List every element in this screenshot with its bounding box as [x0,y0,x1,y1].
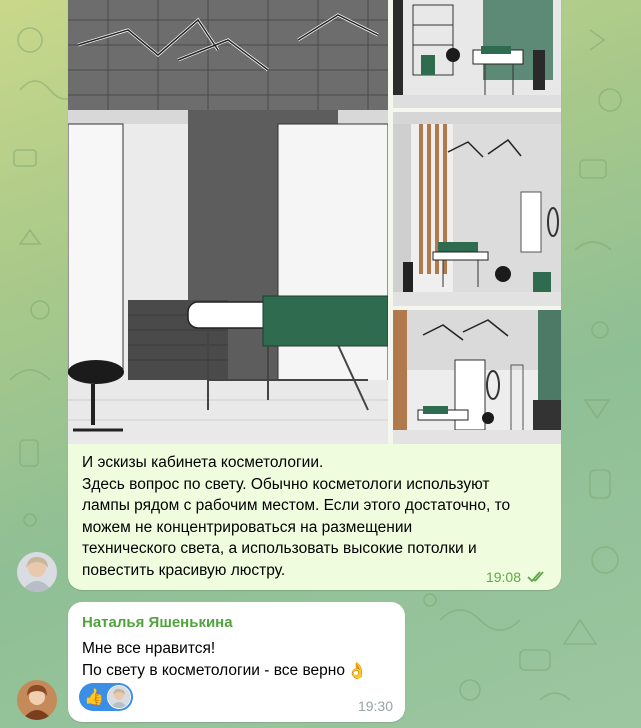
thumbs-up-icon: 👍 [84,689,104,706]
album-photo-main[interactable] [68,0,388,444]
album-photo-4[interactable] [393,310,561,444]
incoming-message[interactable]: Наталья Яшенькина Мне все нравится! По с… [68,602,405,722]
reaction-chip[interactable]: 👍 [79,683,133,711]
sender-name[interactable]: Наталья Яшенькина [82,614,233,631]
sender-avatar[interactable] [17,552,57,592]
message-line: Мне все нравится! [82,640,216,657]
ok-hand-emoji: 👌 [346,662,367,680]
caption-line: можем не концентрироваться на размещении [82,518,413,536]
caption-line: повестить красивую люстру. [82,561,286,579]
caption-line: Здесь вопрос по свету. Обычно косметолог… [82,475,490,493]
caption-line: лампы рядом с рабочим местом. Если этого… [82,497,511,514]
caption-line: технического света, а использовать высок… [82,540,477,557]
double-check-icon [527,571,544,583]
message-text: Мне все нравится! По свету в косметологи… [82,638,367,682]
message-line: По свету в косметологии - все верно 👌 [82,660,367,683]
message-caption: И эскизы кабинета косметологии. Здесь во… [82,452,552,581]
caption-line: И эскизы кабинета косметологии. [82,454,324,471]
album-photo-2[interactable] [393,0,561,108]
message-line-text: По свету в косметологии - все верно [82,661,345,679]
photo-album [68,0,561,444]
contact-avatar[interactable] [17,680,57,720]
message-time: 19:30 [357,698,393,714]
album-photo-3[interactable] [393,112,561,306]
message-time: 19:08 [485,569,521,585]
outgoing-message[interactable]: И эскизы кабинета косметологии. Здесь во… [68,0,561,590]
message-meta: 19:08 [486,569,549,585]
reactor-avatar [107,685,131,709]
